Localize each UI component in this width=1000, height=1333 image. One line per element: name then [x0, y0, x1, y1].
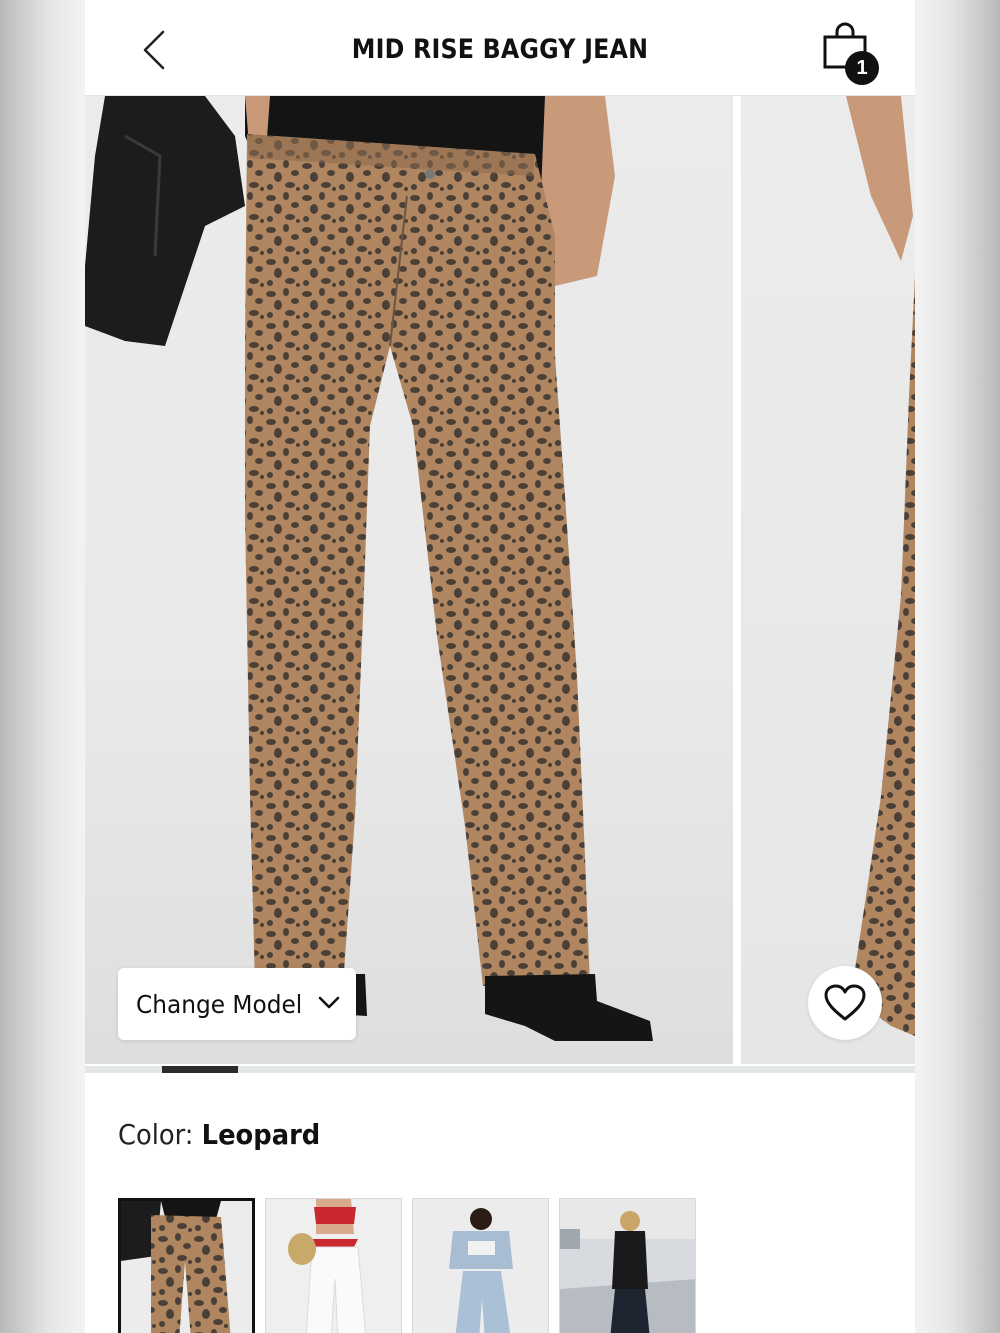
swatch-black-image — [560, 1199, 695, 1333]
product-image-main — [85, 96, 733, 1064]
carousel-progress-track — [85, 1066, 915, 1073]
favorite-button[interactable] — [808, 966, 882, 1040]
phone-screen: MID RISE BAGGY JEAN 1 Change Model Color… — [85, 0, 915, 1333]
model-photo — [85, 96, 653, 1041]
chevron-down-icon — [318, 996, 340, 1009]
swatch-leopard[interactable] — [118, 1198, 255, 1333]
cart-button[interactable]: 1 — [819, 20, 883, 86]
color-value: Leopard — [201, 1118, 321, 1151]
model-photo-partial — [846, 96, 915, 1036]
product-image-next — [741, 96, 915, 1064]
swatch-leopard-image — [121, 1201, 252, 1333]
change-model-label: Change Model — [136, 989, 303, 1019]
heart-icon — [824, 984, 866, 1021]
cart-count-badge: 1 — [845, 51, 879, 85]
swatch-light-wash-image — [413, 1199, 548, 1333]
change-model-button[interactable]: Change Model — [118, 968, 356, 1040]
swatch-white[interactable] — [265, 1198, 402, 1333]
swatch-light-wash[interactable] — [412, 1198, 549, 1333]
carousel-progress-indicator — [162, 1066, 238, 1073]
color-selection-label: Color: Leopard — [118, 1118, 320, 1151]
swatch-white-image — [266, 1199, 401, 1333]
top-bar: MID RISE BAGGY JEAN 1 — [85, 0, 915, 96]
color-label: Color: — [118, 1118, 194, 1151]
swatch-black[interactable] — [559, 1198, 696, 1333]
product-image-carousel[interactable]: Change Model — [85, 96, 915, 1066]
page-title: MID RISE BAGGY JEAN — [351, 34, 649, 65]
